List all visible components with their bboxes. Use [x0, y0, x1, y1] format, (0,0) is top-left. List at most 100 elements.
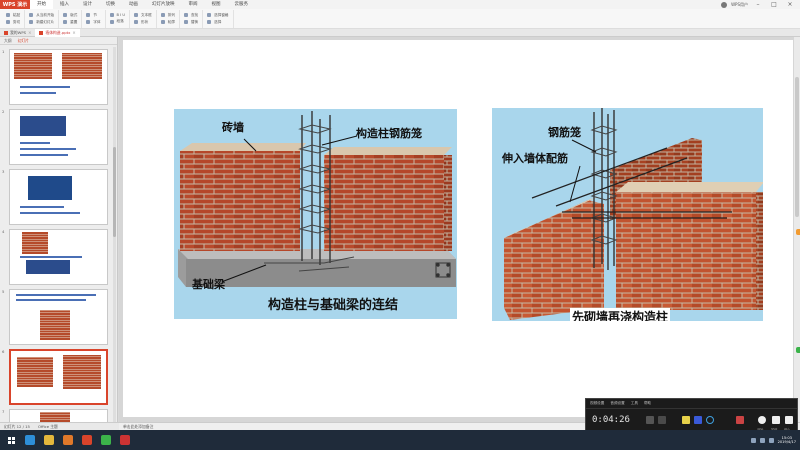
ribbon-button[interactable]: 排列: [160, 13, 175, 18]
thumbnail-content: [16, 294, 96, 296]
slide-thumbnail[interactable]: 2: [0, 107, 113, 167]
close-tab-icon[interactable]: ×: [72, 30, 75, 35]
slide-thumbnail[interactable]: 6: [0, 347, 113, 407]
slide-thumbnail[interactable]: 1: [0, 47, 113, 107]
rectangle-tool-icon[interactable]: [694, 416, 702, 424]
task-app-recorder[interactable]: [117, 432, 133, 448]
document-tab[interactable]: 我的WPS ×: [0, 29, 35, 37]
tool-icon: [207, 13, 212, 17]
side-panel-toggle-green[interactable]: [796, 347, 800, 353]
stop-button[interactable]: [785, 416, 793, 424]
thumbnail-content: [62, 53, 102, 79]
caption-right: 先砌墙再浇构造柱: [570, 308, 671, 321]
close-button[interactable]: ×: [784, 0, 796, 9]
recorder-menu-item[interactable]: 工具: [631, 401, 638, 406]
ribbon-button[interactable]: 字体: [86, 19, 101, 25]
thumbnail-content: [40, 412, 70, 422]
ribbon-button[interactable]: 粘贴: [6, 13, 20, 18]
ribbon-button[interactable]: 节: [86, 13, 97, 18]
ribbon-group: 选择窗格选择: [203, 9, 234, 28]
thumbnail-content: [20, 86, 70, 88]
volume-icon[interactable]: [759, 437, 765, 443]
tool-icon: [183, 13, 188, 17]
tool-icon: [133, 20, 138, 24]
right-illustration[interactable]: 钢筋笼 伸入墙体配筋 先砌墙再浇构造柱: [492, 108, 763, 321]
ribbon-button[interactable]: 新建幻灯片: [29, 20, 54, 25]
slide-thumbnail-image: [9, 349, 108, 405]
slide-panel-scrollbar[interactable]: [113, 47, 116, 422]
maximize-button[interactable]: □: [768, 0, 780, 9]
side-panel-toggle-orange[interactable]: [796, 229, 800, 235]
arrow-tool-icon[interactable]: [658, 416, 666, 424]
close-tab-icon[interactable]: ×: [28, 30, 31, 35]
ribbon-button-label: 重置: [70, 19, 78, 24]
slide-panel-tab[interactable]: 幻灯片: [18, 38, 29, 44]
menu-item[interactable]: 插入: [53, 0, 76, 9]
ribbon-group: 查找 替换: [180, 9, 204, 28]
menu-item[interactable]: 审阅: [182, 0, 205, 9]
editor-scroll-thumb[interactable]: [795, 77, 799, 217]
task-app-ie[interactable]: [22, 432, 38, 448]
ribbon-button[interactable]: 轮廓: [160, 20, 175, 25]
ribbon-button[interactable]: 查找: [183, 13, 198, 18]
minimize-button[interactable]: –: [752, 0, 764, 9]
slide-thumbnail[interactable]: 3: [0, 167, 113, 227]
task-app-media[interactable]: [60, 432, 76, 448]
task-app-explorer[interactable]: [41, 432, 57, 448]
ribbon-button-label: 选择窗格: [214, 12, 229, 17]
ribbon-button[interactable]: 选择: [207, 20, 221, 25]
menu-item[interactable]: 云服务: [228, 0, 256, 9]
slide-thumbnail[interactable]: 5: [0, 287, 113, 347]
ribbon-button[interactable]: 版式: [63, 13, 77, 18]
highlight-tool-icon[interactable]: [682, 416, 690, 424]
ribbon-button[interactable]: 替换: [183, 20, 198, 25]
eraser-tool-icon[interactable]: [736, 416, 744, 424]
system-clock[interactable]: 15:03 2019/4/17: [778, 436, 796, 445]
menu-item[interactable]: 设计: [76, 0, 99, 9]
ellipse-tool-icon[interactable]: [706, 416, 714, 424]
tool-icon: [160, 20, 165, 24]
ribbon-button[interactable]: 选择窗格: [207, 12, 229, 18]
slide-panel-scroll-thumb[interactable]: [113, 147, 116, 237]
ribbon-button[interactable]: 重置: [63, 20, 77, 25]
slide-panel-tab[interactable]: 大纲: [4, 38, 12, 44]
recorder-menu-item[interactable]: 视频设置: [590, 401, 604, 406]
app-menu-button[interactable]: WPS 演示: [0, 0, 30, 9]
slide-thumbnail[interactable]: 7: [0, 407, 113, 422]
avatar[interactable]: [721, 1, 728, 8]
ribbon-button[interactable]: 段落: [109, 19, 124, 24]
menu-item[interactable]: 动画: [122, 0, 145, 9]
task-app-chat[interactable]: [98, 432, 114, 448]
slide-number: 5: [2, 289, 5, 294]
slide-thumbnail[interactable]: 4: [0, 227, 113, 287]
tool-icon: [86, 13, 91, 17]
ribbon-toolbar: 粘贴 剪切 从当前开始 新建幻灯片 版式 重置节字体 B I U 段落 文本框 形状 排列 轮廓 查找替…: [0, 9, 800, 29]
start-button[interactable]: [3, 432, 19, 448]
user-name[interactable]: WPS用户: [731, 2, 748, 8]
pen-tool-icon[interactable]: [646, 416, 654, 424]
ribbon-button[interactable]: 剪切: [6, 20, 20, 25]
language-icon[interactable]: [768, 437, 774, 443]
task-app-wps[interactable]: [79, 432, 95, 448]
pause-button[interactable]: [772, 416, 780, 424]
menu-item[interactable]: 切换: [99, 0, 122, 9]
ribbon-button[interactable]: 从当前开始: [29, 13, 54, 18]
ribbon-button[interactable]: 形状: [133, 20, 148, 25]
left-illustration[interactable]: 砖墙 构造柱钢筋笼 基础梁 构造柱与基础梁的连结: [174, 109, 457, 319]
recorder-menu-item[interactable]: 帮助: [644, 401, 651, 406]
windows-logo-icon: [7, 436, 15, 444]
ribbon-button[interactable]: 文本框: [133, 13, 152, 18]
tool-icon: [183, 20, 188, 24]
document-tab[interactable]: 墙体构造.pptx ×: [35, 28, 80, 37]
slide-thumbnail-image: [9, 169, 108, 225]
menu-item[interactable]: 幻灯片放映: [145, 0, 182, 9]
ribbon-button[interactable]: B I U: [109, 13, 125, 17]
menu-item[interactable]: 视图: [205, 0, 228, 9]
record-start-button[interactable]: [758, 416, 766, 424]
ribbon-button-label: 字体: [93, 19, 101, 24]
slide-thumbnail-image: [9, 109, 108, 165]
network-icon[interactable]: [750, 437, 756, 443]
menu-item[interactable]: 开始: [30, 0, 53, 9]
slide-canvas[interactable]: 砖墙 构造柱钢筋笼 基础梁 构造柱与基础梁的连结 钢筋笼 伸入墙体配筋 先砌墙再…: [123, 40, 793, 417]
recorder-menu-item[interactable]: 音频设置: [610, 401, 624, 406]
